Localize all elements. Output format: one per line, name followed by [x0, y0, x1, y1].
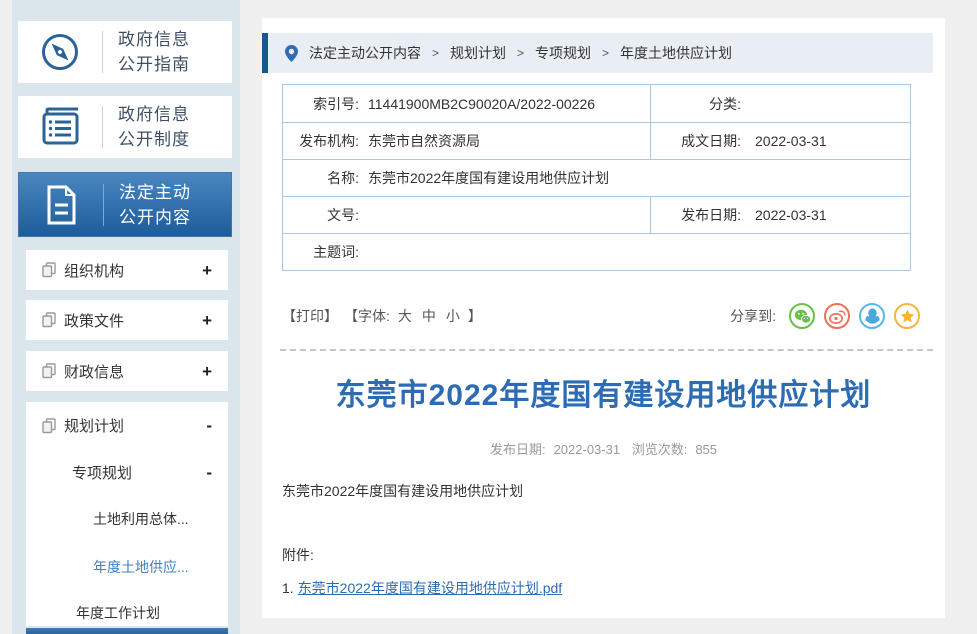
- breadcrumb-separator: >: [517, 46, 524, 60]
- main-content: 法定主动公开内容 > 规划计划 > 专项规划 > 年度土地供应计划 索引号: 1…: [262, 18, 945, 618]
- breadcrumb-separator: >: [602, 46, 609, 60]
- page-title: 东莞市2022年度国有建设用地供应计划: [262, 370, 945, 414]
- attachment-index: 1.: [282, 580, 294, 596]
- table-row: 主题词:: [283, 233, 910, 270]
- meta-label-keywords: 主题词:: [283, 242, 359, 262]
- document-icon: [19, 183, 103, 227]
- sidebar-item-special-planning[interactable]: 专项规划 -: [72, 462, 212, 483]
- font-size-large-button[interactable]: 大: [398, 306, 412, 326]
- book-icon: [18, 106, 102, 148]
- share-label: 分享到:: [730, 306, 776, 326]
- sidebar-item-land-use-plan[interactable]: 土地利用总体...: [93, 509, 189, 529]
- pages-icon: [42, 363, 56, 379]
- compass-icon: [18, 30, 102, 74]
- article-toolbar: 【打印】 【字体: 大 中 小 】 分享到:: [282, 301, 920, 331]
- collapse-toggle[interactable]: -: [206, 417, 212, 434]
- print-button[interactable]: 【打印】: [282, 306, 338, 326]
- dashed-divider: [280, 349, 933, 351]
- pages-icon: [42, 418, 56, 434]
- meta-label-category: 分类:: [651, 94, 741, 114]
- meta-value-name: 东莞市2022年度国有建设用地供应计划: [368, 168, 609, 188]
- article-meta-line: 发布日期: 2022-03-31 浏览次数: 855: [262, 439, 945, 458]
- sidebar-item-label: 政策文件: [64, 310, 202, 331]
- expand-toggle[interactable]: +: [202, 363, 212, 380]
- publish-date-label: 发布日期:: [490, 442, 546, 457]
- share-wechat-icon[interactable]: [789, 303, 815, 329]
- table-row: 发布机构: 东莞市自然资源局 成文日期: 2022-03-31: [283, 122, 910, 159]
- article-body-text: 东莞市2022年度国有建设用地供应计划: [282, 481, 523, 501]
- location-pin-icon: [285, 45, 298, 62]
- collapse-toggle[interactable]: -: [206, 464, 212, 481]
- page: 政府信息 公开指南 政府信息 公开制度: [0, 0, 977, 634]
- table-row: 文号: 发布日期: 2022-03-31: [283, 196, 910, 233]
- views-value: 855: [695, 442, 717, 457]
- font-size-label: 【字体:: [344, 306, 390, 326]
- sidebar-item-annual-land-supply[interactable]: 年度土地供应...: [93, 557, 189, 577]
- share-qq-icon[interactable]: [859, 303, 885, 329]
- font-size-small-button[interactable]: 小: [446, 306, 460, 326]
- views-label: 浏览次数:: [632, 442, 688, 457]
- sidebar-card-gov-info-guide[interactable]: 政府信息 公开指南: [18, 21, 232, 83]
- sidebar: 政府信息 公开指南 政府信息 公开制度: [12, 0, 240, 634]
- sidebar-item-label: 规划计划: [64, 415, 206, 436]
- breadcrumb-item[interactable]: 年度土地供应计划: [620, 43, 732, 63]
- expand-toggle[interactable]: +: [202, 312, 212, 329]
- sidebar-card-statutory-disclosure[interactable]: 法定主动 公开内容: [18, 172, 232, 237]
- sidebar-item-label: 财政信息: [64, 361, 202, 382]
- meta-value-index-no: 11441900MB2C90020A/2022-00226: [368, 96, 595, 112]
- meta-label-publish-date: 发布日期:: [651, 205, 741, 225]
- breadcrumb-item[interactable]: 法定主动公开内容: [309, 43, 421, 63]
- meta-label-doc-no: 文号:: [283, 205, 359, 225]
- sidebar-card-label: 政府信息 公开指南: [118, 27, 190, 77]
- publish-date-value: 2022-03-31: [554, 442, 621, 457]
- table-row: 名称: 东莞市2022年度国有建设用地供应计划: [283, 159, 910, 196]
- pages-icon: [42, 312, 56, 328]
- sidebar-item-organization[interactable]: 组织机构 +: [26, 250, 228, 290]
- meta-value-issue-date: 2022-03-31: [755, 133, 827, 149]
- breadcrumb-item[interactable]: 专项规划: [535, 43, 591, 63]
- meta-label-name: 名称:: [283, 168, 359, 188]
- divider: [103, 184, 104, 226]
- breadcrumb-item[interactable]: 规划计划: [450, 43, 506, 63]
- document-meta-table: 索引号: 11441900MB2C90020A/2022-00226 分类: 发…: [282, 84, 911, 271]
- table-row: 索引号: 11441900MB2C90020A/2022-00226 分类:: [283, 85, 910, 122]
- attachment-item: 1.东莞市2022年度国有建设用地供应计划.pdf: [282, 578, 562, 598]
- sidebar-card-label: 政府信息 公开制度: [118, 102, 190, 152]
- sidebar-next-card-edge: [26, 628, 228, 634]
- sidebar-item-policy-documents[interactable]: 政策文件 +: [26, 300, 228, 340]
- sidebar-item-planning[interactable]: 规划计划 -: [42, 415, 212, 436]
- expand-toggle[interactable]: +: [202, 262, 212, 279]
- sidebar-card-label: 法定主动 公开内容: [119, 180, 191, 230]
- sidebar-planning-section: 规划计划 - 专项规划 - 土地利用总体... 年度土地供应... 年度工作计划: [26, 402, 228, 626]
- pages-icon: [42, 262, 56, 278]
- share-weibo-icon[interactable]: [824, 303, 850, 329]
- sidebar-item-label: 专项规划: [72, 462, 206, 483]
- breadcrumb-separator: >: [432, 46, 439, 60]
- attachment-pdf-link[interactable]: 东莞市2022年度国有建设用地供应计划.pdf: [298, 580, 563, 596]
- meta-label-issue-date: 成文日期:: [651, 131, 741, 151]
- divider: [102, 31, 103, 73]
- meta-value-publish-date: 2022-03-31: [755, 207, 827, 223]
- share-favorite-star-icon[interactable]: [894, 303, 920, 329]
- font-size-label-close: 】: [468, 306, 482, 326]
- sidebar-item-label: 组织机构: [64, 260, 202, 281]
- sidebar-card-gov-info-system[interactable]: 政府信息 公开制度: [18, 96, 232, 158]
- sidebar-item-annual-work-plan[interactable]: 年度工作计划: [76, 603, 160, 623]
- sidebar-item-fiscal-info[interactable]: 财政信息 +: [26, 351, 228, 391]
- breadcrumb: 法定主动公开内容 > 规划计划 > 专项规划 > 年度土地供应计划: [262, 33, 933, 73]
- meta-value-publisher: 东莞市自然资源局: [368, 131, 480, 151]
- divider: [102, 106, 103, 148]
- font-size-medium-button[interactable]: 中: [422, 306, 436, 326]
- meta-label-publisher: 发布机构:: [283, 131, 359, 151]
- meta-label-index-no: 索引号:: [283, 94, 359, 114]
- attachment-heading: 附件:: [282, 545, 314, 565]
